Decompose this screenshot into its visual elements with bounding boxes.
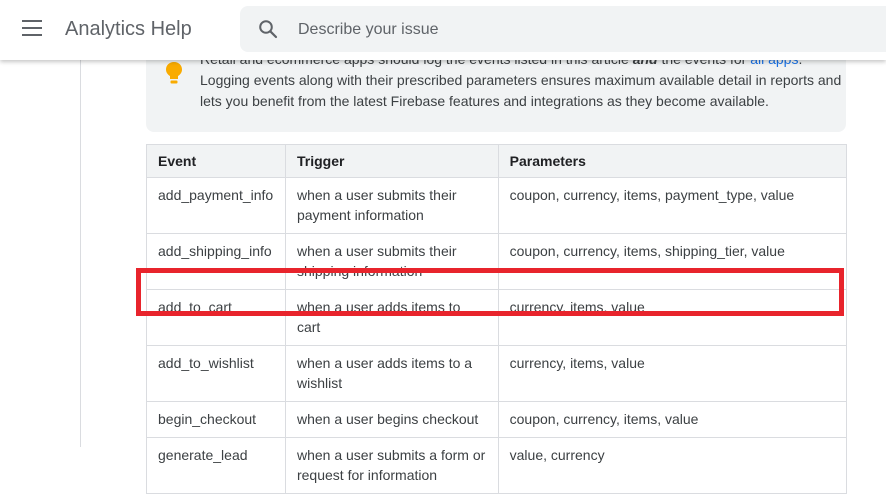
parameters-cell: coupon, currency, items, payment_type, v… (497, 177, 848, 234)
search-icon[interactable] (258, 19, 278, 39)
event-cell: generate_lead (146, 437, 286, 494)
app-title[interactable]: Analytics Help (65, 17, 192, 41)
callout-line2: Logging events along with their prescrib… (200, 72, 842, 88)
trigger-cell: when a user adds items to a wishlist (284, 345, 499, 402)
parameters-cell: value, currency (497, 437, 848, 494)
column-header-trigger: Trigger (284, 144, 499, 178)
menu-icon[interactable] (22, 20, 42, 36)
table-row: generate_lead when a user submits a form… (146, 437, 848, 494)
event-cell: add_to_cart (146, 289, 286, 346)
top-app-bar: Analytics Help (0, 0, 886, 60)
event-cell: begin_checkout (146, 401, 286, 438)
callout-line3: lets you benefit from the latest Firebas… (200, 93, 769, 109)
table-row: begin_checkout when a user begins checko… (146, 401, 848, 438)
trigger-cell: when a user submits a form or request fo… (284, 437, 499, 494)
parameters-cell: currency, items, value (497, 289, 848, 346)
event-cell: add_payment_info (146, 177, 286, 234)
search-input[interactable] (296, 6, 880, 54)
trigger-cell: when a user submits their payment inform… (284, 177, 499, 234)
lightbulb-icon (166, 62, 182, 84)
search-bar[interactable] (240, 6, 886, 54)
parameters-cell: currency, items, value (497, 345, 848, 402)
table-row: add_to_wishlist when a user adds items t… (146, 345, 848, 402)
trigger-cell: when a user submits their shipping infor… (284, 233, 499, 290)
ecommerce-events-table: Event Trigger Parameters add_payment_inf… (146, 144, 848, 494)
event-cell: add_to_wishlist (146, 345, 286, 402)
left-rail-divider (80, 0, 81, 447)
parameters-cell: coupon, currency, items, shipping_tier, … (497, 233, 848, 290)
table-row: add_payment_info when a user submits the… (146, 177, 848, 234)
trigger-cell: when a user begins checkout (284, 401, 499, 438)
event-cell: add_shipping_info (146, 233, 286, 290)
table-row: add_to_cart when a user adds items to ca… (146, 289, 848, 346)
parameters-cell: coupon, currency, items, value (497, 401, 848, 438)
column-header-event: Event (146, 144, 286, 178)
column-header-parameters: Parameters (497, 144, 848, 178)
table-row: add_shipping_info when a user submits th… (146, 233, 848, 290)
trigger-cell: when a user adds items to cart (284, 289, 499, 346)
table-header-row: Event Trigger Parameters (146, 144, 848, 178)
